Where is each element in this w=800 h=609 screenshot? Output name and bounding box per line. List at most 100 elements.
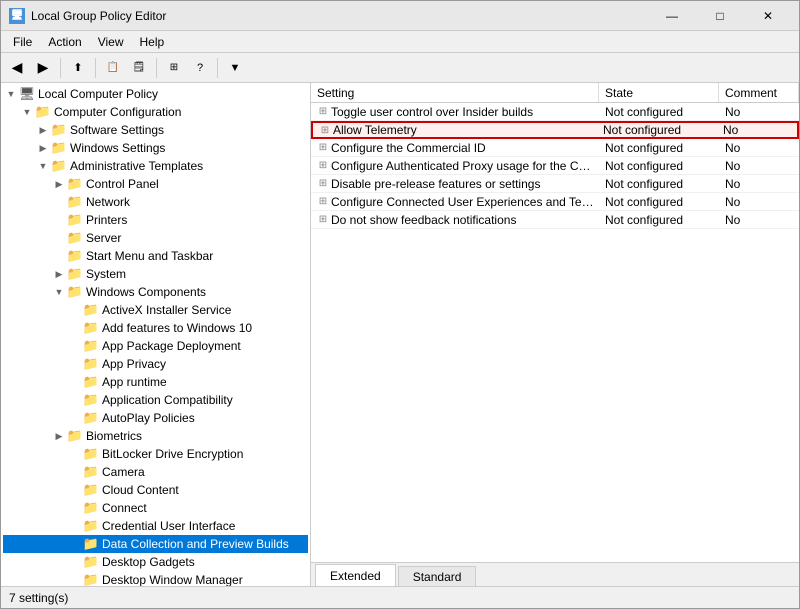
menu-view[interactable]: View xyxy=(90,31,132,52)
forward-button[interactable]: ▶ xyxy=(31,56,55,80)
tree-label-add-features: Add features to Windows 10 xyxy=(102,321,252,335)
tree-item-software-settings[interactable]: ▶ 📁 Software Settings xyxy=(3,121,308,139)
tree-item-credential-ui[interactable]: ▶ 📁 Credential User Interface xyxy=(3,517,308,535)
up-button[interactable]: ⬆ xyxy=(66,56,90,80)
setting-comment-6: No xyxy=(719,213,799,227)
setting-icon-5: ⊞ xyxy=(311,193,331,211)
back-button[interactable]: ◀ xyxy=(5,56,29,80)
setting-name-1: Allow Telemetry xyxy=(333,123,597,137)
folder-icon-camera: 📁 xyxy=(83,464,99,480)
folder-icon-computer-config: 📁 xyxy=(35,104,51,120)
show-hide-button[interactable]: 📋 xyxy=(101,56,125,80)
folder-icon-bitlocker: 📁 xyxy=(83,446,99,462)
setting-state-2: Not configured xyxy=(599,141,719,155)
setting-row-5[interactable]: ⊞ Configure Connected User Experiences a… xyxy=(311,193,799,211)
tree-item-desktop-window-manager[interactable]: ▶ 📁 Desktop Window Manager xyxy=(3,571,308,586)
tree-label-computer-configuration: Computer Configuration xyxy=(54,105,181,119)
export-button[interactable]: 🗒 xyxy=(127,56,151,80)
minimize-button[interactable]: — xyxy=(649,1,695,31)
expand-icon-computer-config: ▼ xyxy=(19,104,35,120)
menu-file[interactable]: File xyxy=(5,31,40,52)
setting-icon-4: ⊞ xyxy=(311,175,331,193)
folder-icon-activex: 📁 xyxy=(83,302,99,318)
content-area: ▼ 🖥 Local Computer Policy ▼ 📁 Computer C… xyxy=(1,83,799,586)
maximize-button[interactable]: □ xyxy=(697,1,743,31)
folder-icon-desktop-window-manager: 📁 xyxy=(83,572,99,586)
folder-icon-start-menu: 📁 xyxy=(67,248,83,264)
tree-item-network[interactable]: ▶ 📁 Network xyxy=(3,193,308,211)
tree-item-windows-settings[interactable]: ▶ 📁 Windows Settings xyxy=(3,139,308,157)
folder-icon-printers: 📁 xyxy=(67,212,83,228)
tree-item-app-runtime[interactable]: ▶ 📁 App runtime xyxy=(3,373,308,391)
tree-item-activex[interactable]: ▶ 📁 ActiveX Installer Service xyxy=(3,301,308,319)
tree-item-app-privacy[interactable]: ▶ 📁 App Privacy xyxy=(3,355,308,373)
folder-icon-server: 📁 xyxy=(67,230,83,246)
tree-label-activex: ActiveX Installer Service xyxy=(102,303,231,317)
tree-item-app-package[interactable]: ▶ 📁 App Package Deployment xyxy=(3,337,308,355)
tree-item-autoplay[interactable]: ▶ 📁 AutoPlay Policies xyxy=(3,409,308,427)
toolbar: ◀ ▶ ⬆ 📋 🗒 ⊞ ? ▼ xyxy=(1,53,799,83)
menu-help[interactable]: Help xyxy=(132,31,173,52)
setting-row-4[interactable]: ⊞ Disable pre-release features or settin… xyxy=(311,175,799,193)
tree-item-system[interactable]: ▶ 📁 System xyxy=(3,265,308,283)
tree-label-credential-ui: Credential User Interface xyxy=(102,519,235,533)
menu-action[interactable]: Action xyxy=(40,31,89,52)
tree-item-computer-configuration[interactable]: ▼ 📁 Computer Configuration xyxy=(3,103,308,121)
column-header-state: State xyxy=(599,83,719,102)
tree-item-camera[interactable]: ▶ 📁 Camera xyxy=(3,463,308,481)
help-button[interactable]: ? xyxy=(188,56,212,80)
setting-row-6[interactable]: ⊞ Do not show feedback notifications Not… xyxy=(311,211,799,229)
folder-icon-desktop-gadgets: 📁 xyxy=(83,554,99,570)
setting-icon-0: ⊞ xyxy=(311,103,331,121)
tab-standard[interactable]: Standard xyxy=(398,566,477,586)
app-icon: 🖥 xyxy=(9,8,25,24)
tree-item-printers[interactable]: ▶ 📁 Printers xyxy=(3,211,308,229)
tree-item-add-features[interactable]: ▶ 📁 Add features to Windows 10 xyxy=(3,319,308,337)
folder-icon-autoplay: 📁 xyxy=(83,410,99,426)
filter-button[interactable]: ▼ xyxy=(223,56,247,80)
tree-item-start-menu[interactable]: ▶ 📁 Start Menu and Taskbar xyxy=(3,247,308,265)
column-header-setting: Setting xyxy=(311,83,599,102)
tree-label-windows-components: Windows Components xyxy=(86,285,206,299)
folder-icon-data-collection: 📁 xyxy=(83,536,99,552)
folder-icon-control-panel: 📁 xyxy=(67,176,83,192)
tree-item-control-panel[interactable]: ▶ 📁 Control Panel xyxy=(3,175,308,193)
tree-item-app-compat[interactable]: ▶ 📁 Application Compatibility xyxy=(3,391,308,409)
tree-item-connect[interactable]: ▶ 📁 Connect xyxy=(3,499,308,517)
close-button[interactable]: ✕ xyxy=(745,1,791,31)
setting-row-2[interactable]: ⊞ Configure the Commercial ID Not config… xyxy=(311,139,799,157)
setting-name-5: Configure Connected User Experiences and… xyxy=(331,195,599,209)
tree-item-bitlocker[interactable]: ▶ 📁 BitLocker Drive Encryption xyxy=(3,445,308,463)
folder-icon-network: 📁 xyxy=(67,194,83,210)
toolbar-separator-4 xyxy=(217,58,218,78)
title-bar: 🖥 Local Group Policy Editor — □ ✕ xyxy=(1,1,799,31)
tree-item-local-computer-policy[interactable]: ▼ 🖥 Local Computer Policy xyxy=(3,85,308,103)
tree-item-cloud-content[interactable]: ▶ 📁 Cloud Content xyxy=(3,481,308,499)
tree-item-biometrics[interactable]: ▶ 📁 Biometrics xyxy=(3,427,308,445)
tree-label-biometrics: Biometrics xyxy=(86,429,142,443)
tree-item-admin-templates[interactable]: ▼ 📁 Administrative Templates xyxy=(3,157,308,175)
toolbar-separator-2 xyxy=(95,58,96,78)
tree-item-server[interactable]: ▶ 📁 Server xyxy=(3,229,308,247)
tree-label-app-privacy: App Privacy xyxy=(102,357,166,371)
tabs-bar: Extended Standard xyxy=(311,562,799,586)
settings-list: ⊞ Toggle user control over Insider build… xyxy=(311,103,799,562)
tree-item-data-collection[interactable]: ▶ 📁 Data Collection and Preview Builds xyxy=(3,535,308,553)
setting-state-5: Not configured xyxy=(599,195,719,209)
tree-view[interactable]: ▼ 🖥 Local Computer Policy ▼ 📁 Computer C… xyxy=(1,83,310,586)
tree-item-windows-components[interactable]: ▼ 📁 Windows Components xyxy=(3,283,308,301)
setting-state-4: Not configured xyxy=(599,177,719,191)
setting-row-0[interactable]: ⊞ Toggle user control over Insider build… xyxy=(311,103,799,121)
setting-row-1[interactable]: ⊞ Allow Telemetry Not configured No xyxy=(311,121,799,139)
tree-label-start-menu: Start Menu and Taskbar xyxy=(86,249,213,263)
tree-label-desktop-gadgets: Desktop Gadgets xyxy=(102,555,195,569)
tree-label-bitlocker: BitLocker Drive Encryption xyxy=(102,447,243,461)
setting-row-3[interactable]: ⊞ Configure Authenticated Proxy usage fo… xyxy=(311,157,799,175)
properties-button[interactable]: ⊞ xyxy=(162,56,186,80)
tree-item-desktop-gadgets[interactable]: ▶ 📁 Desktop Gadgets xyxy=(3,553,308,571)
tab-extended[interactable]: Extended xyxy=(315,564,396,586)
folder-icon-connect: 📁 xyxy=(83,500,99,516)
folder-icon-system: 📁 xyxy=(67,266,83,282)
tree-label-system: System xyxy=(86,267,126,281)
setting-name-2: Configure the Commercial ID xyxy=(331,141,599,155)
